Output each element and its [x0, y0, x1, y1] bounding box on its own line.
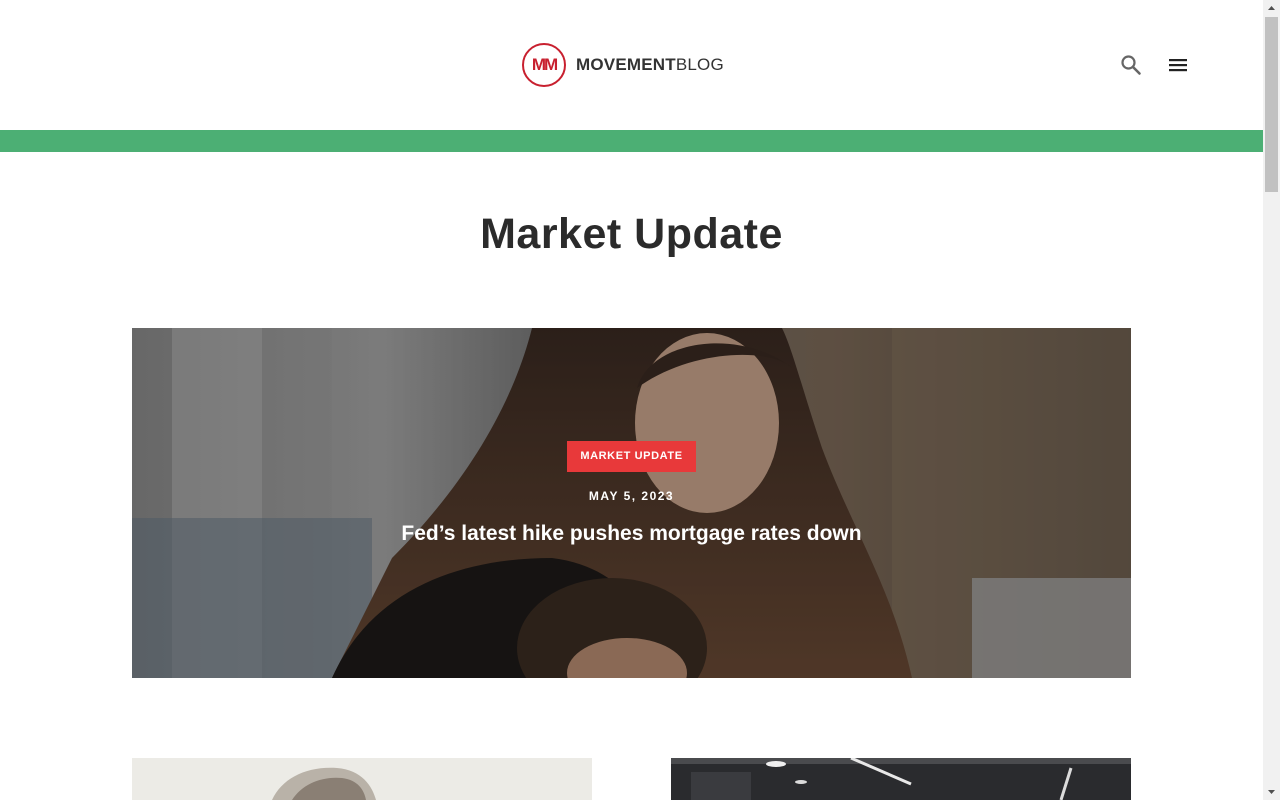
site-logo[interactable]: MM MOVEMENTBLOG: [522, 43, 724, 87]
site-header: MM MOVEMENTBLOG: [0, 0, 1263, 130]
logo-wordmark-bold: MOVEMENT: [576, 55, 676, 74]
post-title[interactable]: Fed’s latest hike pushes mortgage rates …: [132, 522, 1131, 546]
search-icon: [1121, 55, 1141, 75]
post-card-2[interactable]: [671, 758, 1131, 800]
menu-button[interactable]: [1166, 53, 1190, 77]
logo-wordmark-light: BLOG: [675, 55, 724, 74]
scroll-up-arrow-icon[interactable]: [1263, 0, 1280, 17]
vertical-scrollbar[interactable]: [1263, 0, 1280, 800]
page: MM MOVEMENTBLOG Market Update MARKET UPD…: [0, 0, 1263, 800]
search-button[interactable]: [1119, 53, 1143, 77]
scroll-down-arrow-icon[interactable]: [1263, 783, 1280, 800]
logo-wordmark: MOVEMENTBLOG: [576, 55, 724, 75]
scrollbar-thumb[interactable]: [1265, 17, 1278, 192]
category-badge[interactable]: MARKET UPDATE: [567, 441, 696, 472]
hamburger-menu-icon: [1169, 59, 1187, 72]
post-card-1[interactable]: [132, 758, 592, 800]
accent-bar: [0, 130, 1263, 152]
image-overlay: [132, 328, 1131, 678]
office-interior-photo: [671, 758, 1131, 800]
logo-mark-icon: MM: [522, 43, 566, 87]
woman-portrait-photo: [132, 758, 592, 800]
featured-post-card[interactable]: MARKET UPDATE MAY 5, 2023 Fed’s latest h…: [132, 328, 1131, 678]
page-title: Market Update: [480, 210, 783, 258]
post-date: MAY 5, 2023: [588, 489, 675, 503]
logo-mark-text: MM: [531, 55, 558, 74]
